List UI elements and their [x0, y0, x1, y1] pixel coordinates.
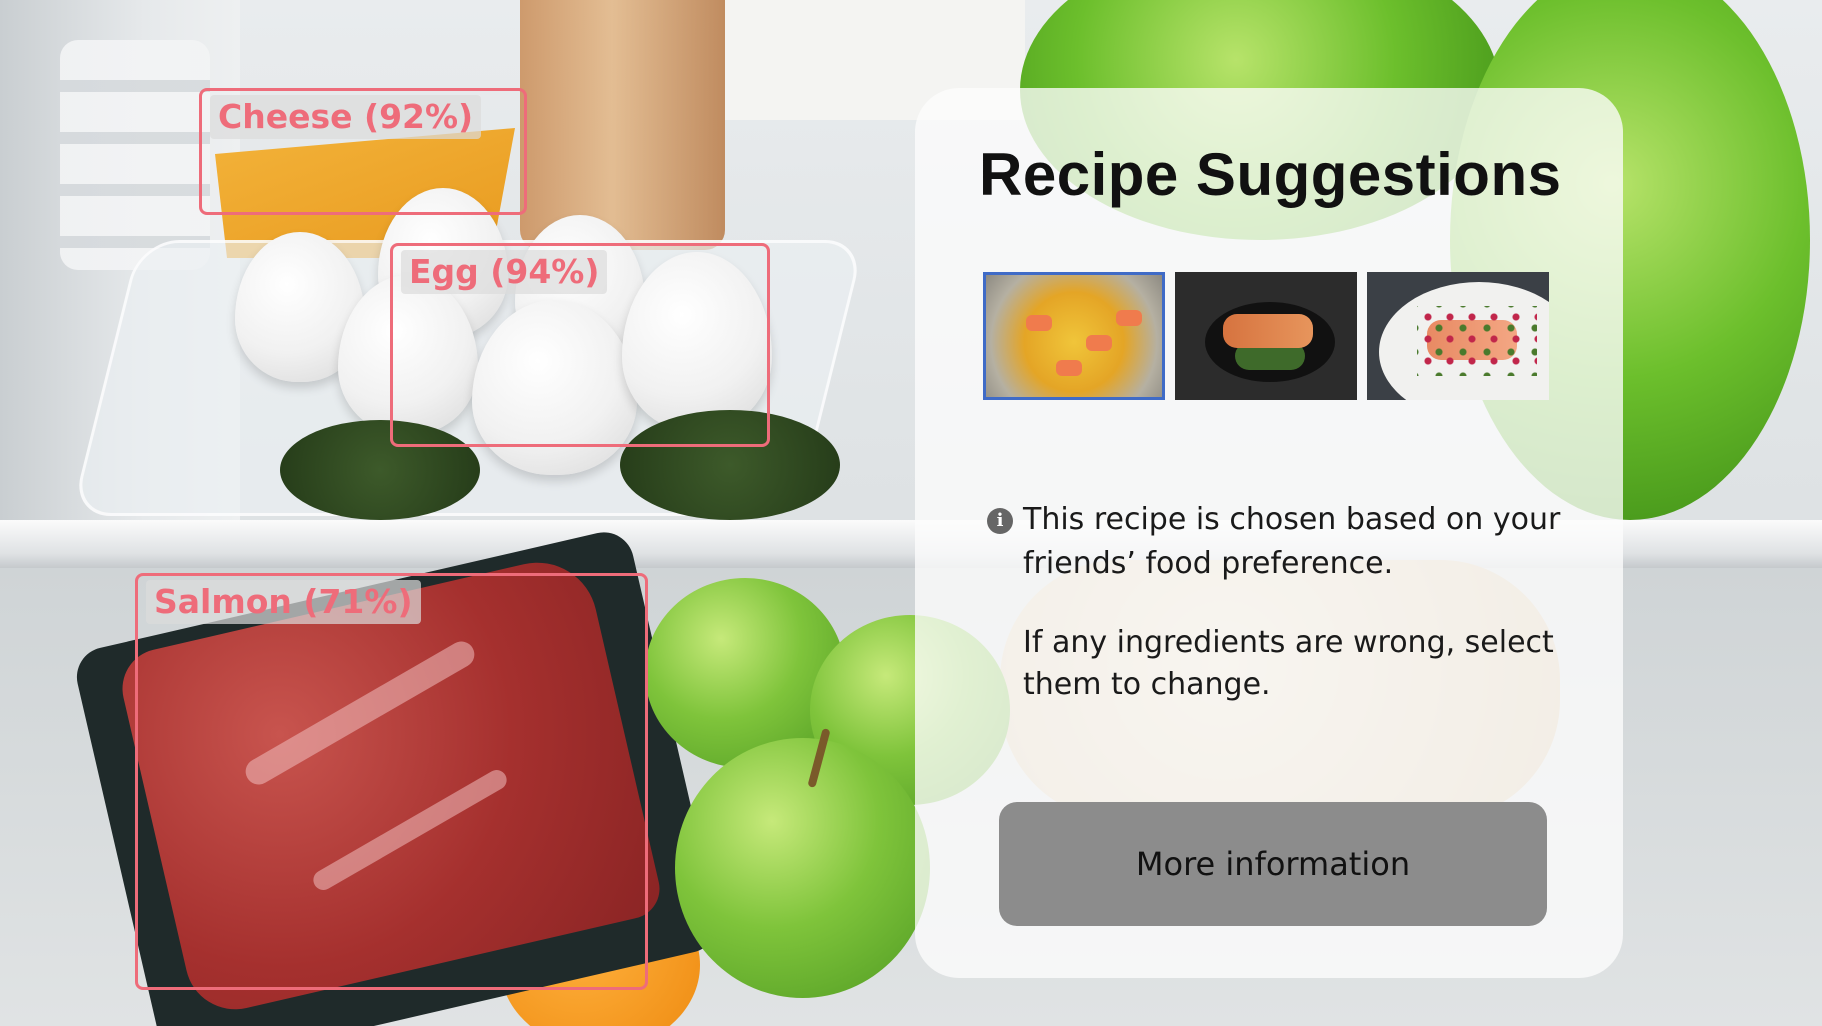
more-information-button[interactable]: More information — [999, 802, 1547, 926]
fridge-door-bins — [60, 40, 210, 270]
detection-label-salmon: Salmon (71%) — [146, 580, 421, 624]
detection-box-egg[interactable]: Egg (94%) — [390, 243, 770, 447]
recipe-suggestions-panel: Recipe Suggestions i This recipe is chos… — [915, 88, 1623, 978]
detection-label-egg: Egg (94%) — [401, 250, 608, 294]
recipe-reason-text: This recipe is chosen based on your frie… — [1023, 502, 1561, 581]
ingredient-correction-hint: If any ingredients are wrong, select the… — [1023, 625, 1554, 702]
apple — [675, 738, 930, 998]
recipe-thumbnail-2[interactable] — [1175, 272, 1357, 400]
salmon-piece — [1026, 315, 1052, 331]
recipe-thumbnail-1[interactable] — [983, 272, 1165, 400]
detection-box-salmon[interactable]: Salmon (71%) — [135, 573, 648, 990]
detection-label-cheese: Cheese (92%) — [210, 95, 482, 139]
garnish — [1417, 306, 1537, 376]
jar — [520, 0, 725, 250]
recipe-thumbnails — [983, 272, 1549, 400]
salmon-piece — [1086, 335, 1112, 351]
panel-title: Recipe Suggestions — [979, 141, 1562, 208]
detection-box-cheese[interactable]: Cheese (92%) — [199, 88, 527, 215]
salmon-piece — [1116, 310, 1142, 326]
info-icon: i — [987, 508, 1013, 534]
salmon-piece — [1056, 360, 1082, 376]
recipe-thumbnail-3[interactable] — [1367, 272, 1549, 400]
salmon-fillet — [1223, 314, 1313, 348]
